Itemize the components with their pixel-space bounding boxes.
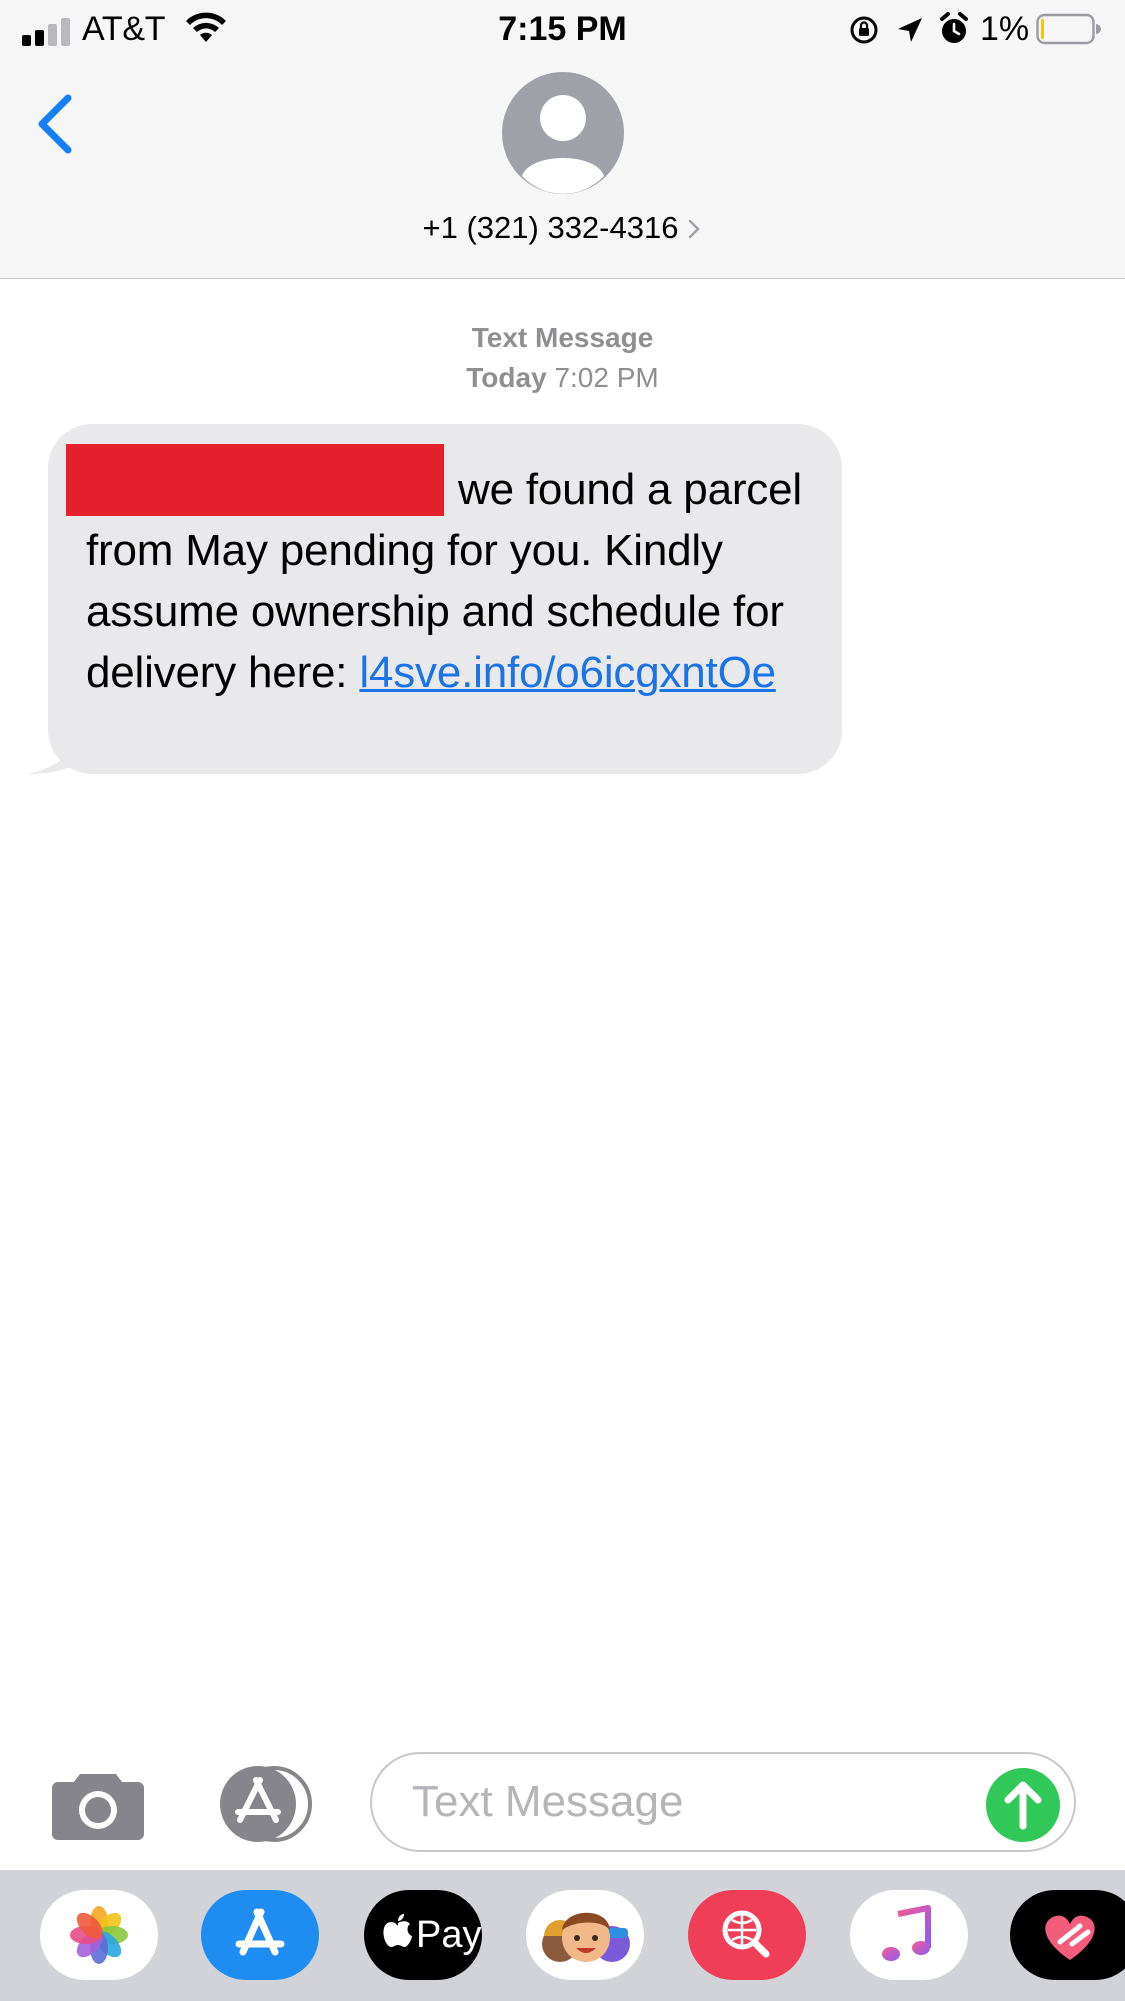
digital-touch-app-icon[interactable] — [1010, 1890, 1125, 1980]
back-button[interactable] — [26, 84, 86, 164]
contact-details-link[interactable]: +1 (321) 332-4316 — [0, 210, 1125, 246]
app-drawer: Pay — [0, 1870, 1125, 2001]
contact-number: +1 (321) 332-4316 — [422, 210, 679, 245]
apple-pay-app-icon[interactable]: Pay — [364, 1890, 482, 1980]
conversation-header: +1 (321) 332-4316 — [0, 60, 1125, 279]
camera-icon — [52, 1774, 144, 1840]
rotation-lock-icon — [850, 16, 878, 44]
send-arrow-icon — [1004, 1781, 1042, 1830]
status-bar: AT&T 7:15 PM 1% — [0, 0, 1125, 60]
camera-button[interactable] — [50, 1766, 146, 1842]
message-service: Text Message — [471, 322, 654, 353]
battery-percent: 1% — [980, 10, 1030, 48]
message-text: we found a parcel from May pending for y… — [66, 444, 826, 703]
redaction-box — [66, 444, 444, 516]
app-store-app-icon[interactable] — [201, 1890, 319, 1980]
app-store-icon — [220, 1766, 312, 1842]
contact-avatar[interactable] — [502, 72, 624, 194]
apple-pay-label: Pay — [416, 1914, 482, 1956]
battery-icon — [1036, 13, 1101, 45]
photos-app-icon[interactable] — [40, 1890, 158, 1980]
message-input-field[interactable] — [370, 1752, 1076, 1852]
message-timestamp: Text Message Today 7:02 PM — [0, 318, 1125, 398]
send-button[interactable] — [986, 1768, 1060, 1842]
location-icon — [898, 18, 922, 42]
alarm-icon — [940, 12, 968, 43]
message-day: Today — [466, 362, 547, 393]
message-time: 7:02 PM — [554, 362, 659, 393]
memoji-app-icon[interactable] — [526, 1890, 644, 1980]
incoming-message-bubble[interactable]: we found a parcel from May pending for y… — [48, 424, 842, 774]
chevron-right-icon — [686, 210, 702, 246]
apps-button[interactable] — [208, 1764, 318, 1844]
message-input[interactable] — [412, 1772, 932, 1832]
music-app-icon[interactable] — [850, 1890, 968, 1980]
person-icon — [522, 95, 604, 194]
message-link[interactable]: l4sve.info/o6icgxntOe — [359, 648, 776, 697]
web-search-app-icon[interactable] — [688, 1890, 806, 1980]
